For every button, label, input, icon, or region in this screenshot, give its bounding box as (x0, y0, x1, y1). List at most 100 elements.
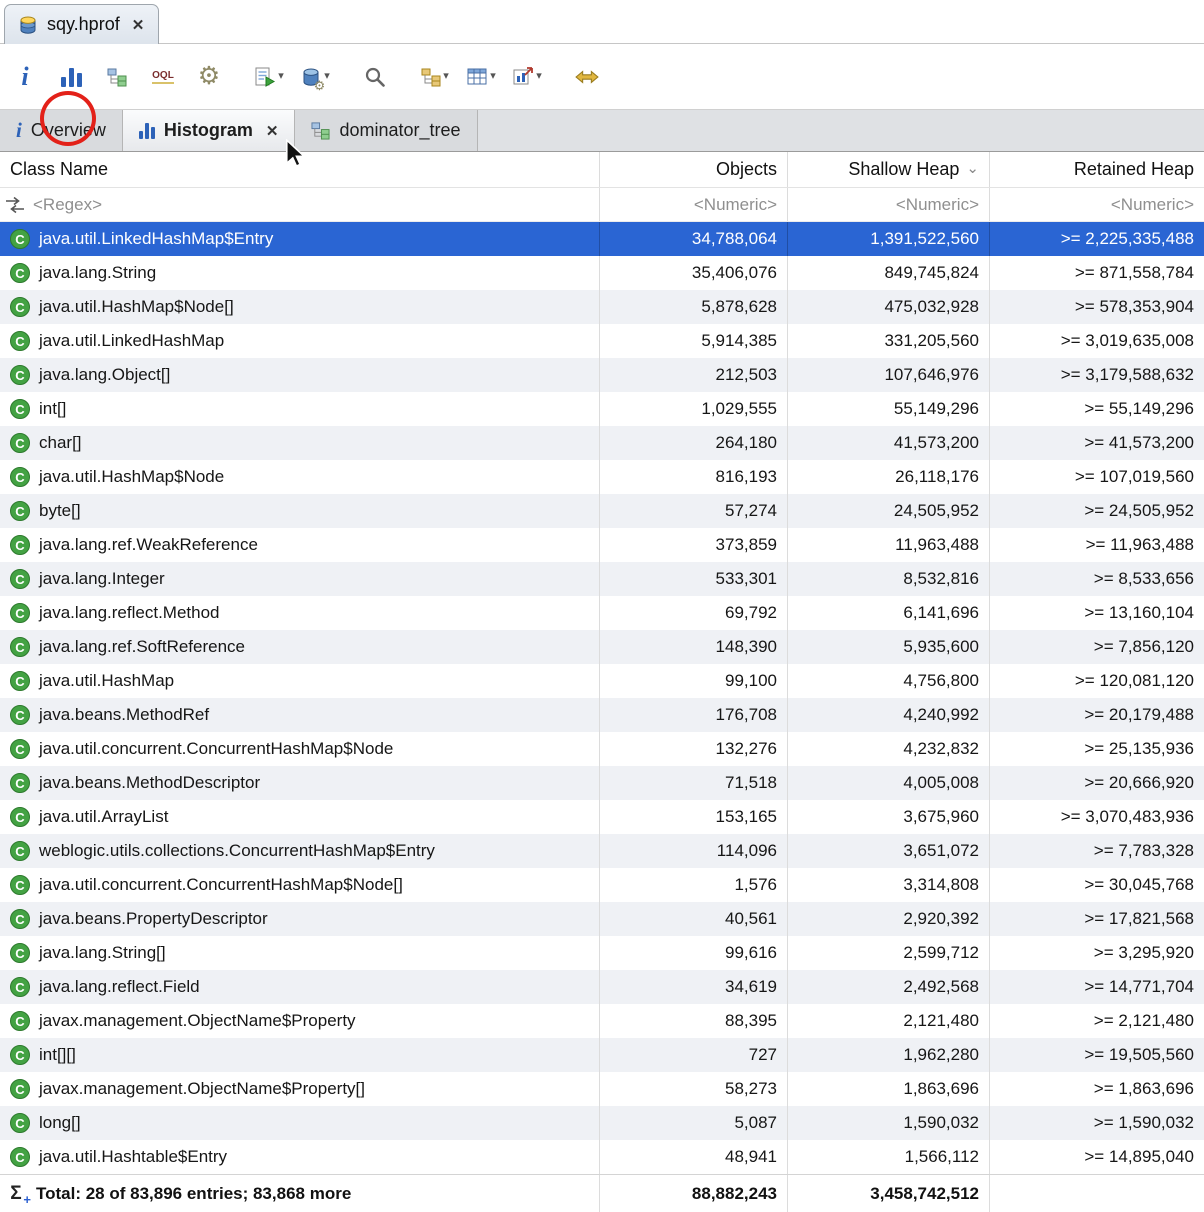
group-by-button[interactable]: ▾ (416, 55, 454, 99)
objects-cell: 88,395 (600, 1004, 788, 1038)
table-row[interactable]: C byte[] 57,274 24,505,952 >= 24,505,952 (0, 494, 1204, 528)
numeric-filter-placeholder: <Numeric> (693, 194, 777, 214)
table-row[interactable]: C java.beans.MethodRef 176,708 4,240,992… (0, 698, 1204, 732)
class-name-cell-text: java.lang.Integer (39, 569, 165, 588)
class-icon: C (10, 705, 30, 725)
compare-button[interactable] (568, 55, 606, 99)
settings-button[interactable]: ⚙ (190, 55, 228, 99)
class-name-cell-text: java.lang.ref.WeakReference (39, 535, 258, 554)
table-row[interactable]: C java.util.concurrent.ConcurrentHashMap… (0, 732, 1204, 766)
column-header-objects[interactable]: Objects (600, 152, 788, 187)
filter-objects[interactable]: <Numeric> (600, 188, 788, 221)
table-row[interactable]: C java.util.LinkedHashMap 5,914,385 331,… (0, 324, 1204, 358)
filter-retained-heap[interactable]: <Numeric> (990, 188, 1204, 221)
table-row[interactable]: C java.util.concurrent.ConcurrentHashMap… (0, 868, 1204, 902)
retained-cell: >= 13,160,104 (1084, 603, 1194, 622)
retained-cell: >= 3,019,635,008 (1060, 331, 1194, 350)
class-name-cell-text: java.util.ArrayList (39, 807, 169, 826)
close-icon[interactable]: ✕ (132, 16, 145, 34)
objects-cell: 153,165 (600, 800, 788, 834)
total-shallow-cell: 3,458,742,512 (788, 1175, 990, 1212)
class-name-cell-text: long[] (39, 1113, 81, 1132)
retained-cell: >= 7,856,120 (1093, 637, 1194, 656)
table-row[interactable]: C int[][] 727 1,962,280 >= 19,505,560 (0, 1038, 1204, 1072)
column-header-retained-heap[interactable]: Retained Heap (990, 152, 1204, 187)
table-row[interactable]: C java.lang.String 35,406,076 849,745,82… (0, 256, 1204, 290)
search-button[interactable] (356, 55, 394, 99)
table-row[interactable]: C java.util.HashMap 99,100 4,756,800 >= … (0, 664, 1204, 698)
histogram-button[interactable] (52, 55, 90, 99)
table-row[interactable]: C java.util.Hashtable$Entry 48,941 1,566… (0, 1140, 1204, 1174)
table-row[interactable]: C java.util.LinkedHashMap$Entry 34,788,0… (0, 222, 1204, 256)
table-row[interactable]: C char[] 264,180 41,573,200 >= 41,573,20… (0, 426, 1204, 460)
info-icon: i (21, 61, 29, 91)
table-row[interactable]: C java.lang.reflect.Method 69,792 6,141,… (0, 596, 1204, 630)
dropdown-caret-icon: ▾ (278, 70, 284, 82)
retained-cell: >= 578,353,904 (1074, 297, 1194, 316)
class-icon: C (10, 977, 30, 997)
dropdown-caret-icon: ▾ (536, 70, 542, 82)
numeric-filter-placeholder: <Numeric> (1110, 194, 1194, 214)
objects-cell: 99,100 (600, 664, 788, 698)
objects-cell: 5,878,628 (600, 290, 788, 324)
tab-bar-empty-area (478, 110, 1204, 151)
regex-filter-placeholder: <Regex> (33, 194, 102, 214)
dominator-tree-button[interactable] (98, 55, 136, 99)
class-name-cell-text: java.lang.reflect.Field (39, 977, 200, 996)
query-browser-icon: ⚙ (300, 66, 325, 92)
table-row[interactable]: C int[] 1,029,555 55,149,296 >= 55,149,2… (0, 392, 1204, 426)
tab-dominator-tree[interactable]: dominator_tree (295, 110, 478, 151)
objects-cell: 1,029,555 (600, 392, 788, 426)
class-icon: C (10, 467, 30, 487)
total-retained-cell (990, 1175, 1204, 1212)
table-row[interactable]: C java.util.ArrayList 153,165 3,675,960 … (0, 800, 1204, 834)
editor-tab-sqy-hprof[interactable]: sqy.hprof ✕ (4, 4, 160, 44)
table-row[interactable]: C java.lang.Object[] 212,503 107,646,976… (0, 358, 1204, 392)
class-name-cell-text: java.lang.String[] (39, 943, 166, 962)
query-browser-button[interactable]: ⚙ ▾ (296, 55, 334, 99)
table-row[interactable]: C java.lang.reflect.Field 34,619 2,492,5… (0, 970, 1204, 1004)
table-row[interactable]: C java.lang.String[] 99,616 2,599,712 >=… (0, 936, 1204, 970)
table-row[interactable]: C java.util.HashMap$Node 816,193 26,118,… (0, 460, 1204, 494)
compare-icon (575, 68, 599, 86)
table-row[interactable]: C java.lang.ref.SoftReference 148,390 5,… (0, 630, 1204, 664)
tab-overview[interactable]: i Overview (0, 110, 123, 151)
oql-button[interactable]: OQL (144, 55, 182, 99)
table-row[interactable]: C java.lang.ref.WeakReference 373,859 11… (0, 528, 1204, 562)
overview-button[interactable]: i (6, 55, 44, 99)
tab-histogram[interactable]: Histogram ✕ (122, 110, 296, 151)
column-header-shallow-heap[interactable]: Shallow Heap ⌄ (788, 152, 990, 187)
table-columns-button[interactable]: ▾ (462, 55, 500, 99)
retained-cell: >= 871,558,784 (1074, 263, 1194, 282)
histogram-icon (138, 122, 155, 139)
table-row[interactable]: C long[] 5,087 1,590,032 >= 1,590,032 (0, 1106, 1204, 1140)
toolbar: i OQL ⚙ ▾ ⚙ ▾ ▾ ▾ ▾ (0, 44, 1204, 146)
retained-cell: >= 1,863,696 (1093, 1079, 1194, 1098)
class-name-cell-text: java.util.LinkedHashMap$Entry (39, 229, 274, 248)
table-row[interactable]: C javax.management.ObjectName$Property 8… (0, 1004, 1204, 1038)
table-row[interactable]: C java.beans.MethodDescriptor 71,518 4,0… (0, 766, 1204, 800)
class-name-cell-text: java.beans.MethodDescriptor (39, 773, 261, 792)
close-icon[interactable]: ✕ (266, 122, 279, 140)
column-header-class-name[interactable]: Class Name (0, 152, 600, 187)
class-icon: C (10, 1113, 30, 1133)
shallow-cell: 11,963,488 (788, 528, 990, 562)
table-row[interactable]: C weblogic.utils.collections.ConcurrentH… (0, 834, 1204, 868)
class-name-cell-text: java.util.Hashtable$Entry (39, 1147, 228, 1166)
table-row[interactable]: C java.util.HashMap$Node[] 5,878,628 475… (0, 290, 1204, 324)
class-icon: C (10, 263, 30, 283)
table-row[interactable]: C java.beans.PropertyDescriptor 40,561 2… (0, 902, 1204, 936)
shallow-cell: 849,745,824 (788, 256, 990, 290)
shallow-cell: 3,651,072 (788, 834, 990, 868)
objects-cell: 71,518 (600, 766, 788, 800)
run-expert-report-button[interactable]: ▾ (250, 55, 288, 99)
run-expert-report-icon (254, 66, 276, 88)
class-name-cell-text: int[][] (39, 1045, 76, 1064)
table-row[interactable]: C javax.management.ObjectName$Property[]… (0, 1072, 1204, 1106)
filter-class-name[interactable]: <Regex> (0, 188, 600, 221)
table-row[interactable]: C java.lang.Integer 533,301 8,532,816 >=… (0, 562, 1204, 596)
column-header-label: Class Name (10, 159, 109, 179)
numeric-filter-placeholder: <Numeric> (895, 194, 979, 214)
filter-shallow-heap[interactable]: <Numeric> (788, 188, 990, 221)
export-button[interactable]: ▾ (508, 55, 546, 99)
